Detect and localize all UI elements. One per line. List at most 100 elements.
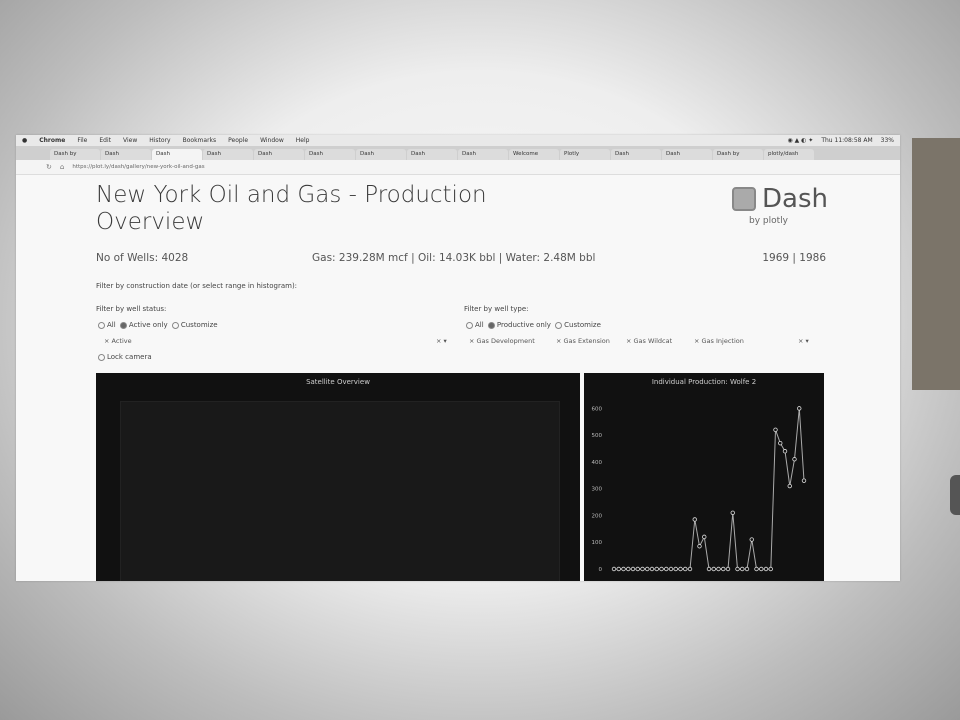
chip-label: Gas Wildcat bbox=[633, 337, 673, 345]
browser-tab[interactable]: Dash bbox=[203, 149, 253, 160]
data-point[interactable] bbox=[621, 566, 626, 572]
browser-tab[interactable]: Dash by bbox=[713, 149, 763, 160]
browser-tab[interactable]: Dash bbox=[305, 149, 355, 160]
browser-tab-active[interactable]: Dash bbox=[152, 149, 202, 160]
data-point[interactable] bbox=[626, 566, 631, 572]
data-point[interactable] bbox=[640, 566, 645, 572]
data-point[interactable] bbox=[725, 566, 731, 572]
status-chip[interactable]: × Active bbox=[104, 337, 132, 345]
satellite-map-panel[interactable]: Satellite Overview bbox=[96, 373, 580, 581]
data-point[interactable] bbox=[683, 566, 688, 572]
apple-icon[interactable]: ● bbox=[22, 137, 27, 144]
menu-item[interactable]: View bbox=[123, 137, 137, 144]
home-icon[interactable]: ⌂ bbox=[60, 163, 64, 171]
browser-tab[interactable]: Plotly bbox=[560, 149, 610, 160]
browser-tab[interactable]: Dash bbox=[662, 149, 712, 160]
radio-type-productive[interactable] bbox=[487, 321, 495, 329]
data-point[interactable] bbox=[778, 440, 783, 446]
type-chip[interactable]: × Gas Extension bbox=[556, 337, 610, 345]
radio-status-active[interactable] bbox=[119, 321, 127, 329]
data-point[interactable] bbox=[711, 566, 716, 572]
data-point[interactable] bbox=[763, 566, 769, 572]
type-dropdown-arrow[interactable]: × ▾ bbox=[798, 337, 809, 345]
type-chip[interactable]: × Gas Injection bbox=[694, 337, 744, 345]
browser-tab[interactable]: Dash bbox=[356, 149, 406, 160]
data-point[interactable] bbox=[697, 544, 702, 549]
data-point[interactable] bbox=[706, 566, 712, 572]
radio-status-customize[interactable] bbox=[171, 321, 179, 329]
data-point[interactable] bbox=[792, 457, 797, 462]
data-point[interactable] bbox=[782, 449, 788, 454]
data-point[interactable] bbox=[721, 566, 726, 572]
data-point[interactable] bbox=[754, 566, 759, 572]
data-point[interactable] bbox=[759, 566, 764, 572]
data-point[interactable] bbox=[630, 566, 636, 572]
lock-camera-option[interactable]: Lock camera bbox=[96, 353, 152, 361]
dash-logo-sub: by plotly bbox=[749, 216, 788, 226]
browser-tab[interactable]: Dash bbox=[254, 149, 304, 160]
production-chart-panel[interactable]: Individual Production: Wolfe 2 0 100 200 30… bbox=[584, 373, 824, 581]
browser-tab[interactable]: Welcome bbox=[509, 149, 559, 160]
data-point[interactable] bbox=[716, 566, 721, 572]
dash-logo[interactable]: Dash bbox=[732, 186, 828, 212]
data-point[interactable] bbox=[635, 566, 640, 572]
browser-tab[interactable]: Dash by bbox=[50, 149, 100, 160]
menu-item[interactable]: History bbox=[149, 137, 170, 144]
browser-tab[interactable]: Dash bbox=[611, 149, 661, 160]
data-point[interactable] bbox=[649, 566, 655, 572]
satellite-map[interactable] bbox=[120, 401, 560, 581]
url-field[interactable]: https://plot.ly/dash/gallery/new-york-oi… bbox=[72, 164, 204, 170]
data-point[interactable] bbox=[702, 534, 707, 540]
browser-tab[interactable]: Dash bbox=[458, 149, 508, 160]
dash-logo-text: Dash bbox=[762, 184, 828, 214]
page-title: New York Oil and Gas - Production Overvi… bbox=[96, 182, 487, 235]
data-point[interactable] bbox=[768, 566, 773, 572]
data-point[interactable] bbox=[611, 566, 617, 572]
lock-camera-checkbox[interactable] bbox=[98, 353, 105, 361]
data-point[interactable] bbox=[801, 478, 807, 483]
battery-level[interactable]: 33% bbox=[881, 137, 894, 144]
data-point[interactable] bbox=[687, 566, 693, 572]
radio-status-all[interactable] bbox=[98, 321, 105, 329]
menu-app[interactable]: Chrome bbox=[39, 137, 65, 144]
y-tick-label: 300 bbox=[592, 487, 603, 493]
data-point[interactable] bbox=[797, 406, 802, 411]
data-point[interactable] bbox=[678, 566, 683, 572]
browser-tab[interactable]: Dash bbox=[407, 149, 457, 160]
data-point[interactable] bbox=[744, 566, 750, 572]
radio-type-customize[interactable] bbox=[555, 321, 563, 329]
production-chart[interactable]: 0 100 200 300 400 500 600 bbox=[584, 373, 824, 581]
data-point[interactable] bbox=[749, 537, 754, 542]
menu-item[interactable]: Bookmarks bbox=[183, 137, 217, 144]
data-point[interactable] bbox=[659, 566, 664, 572]
menu-item[interactable]: People bbox=[228, 137, 248, 144]
browser-tab[interactable]: plotly/dash bbox=[764, 149, 814, 160]
y-tick-label: 500 bbox=[592, 433, 603, 439]
data-point[interactable] bbox=[654, 566, 659, 572]
status-icons[interactable]: ◉ ▲ ◐ ✦ bbox=[787, 137, 813, 144]
menu-item[interactable]: Window bbox=[260, 137, 284, 144]
year-range: 1969 | 1986 bbox=[762, 252, 826, 264]
menu-item[interactable]: Edit bbox=[99, 137, 111, 144]
data-point[interactable] bbox=[730, 510, 735, 515]
menu-item[interactable]: File bbox=[77, 137, 87, 144]
data-point[interactable] bbox=[735, 566, 740, 572]
radio-label: All bbox=[475, 321, 484, 329]
data-point[interactable] bbox=[787, 483, 792, 489]
data-point[interactable] bbox=[668, 566, 674, 572]
data-point[interactable] bbox=[645, 566, 650, 572]
type-chip[interactable]: × Gas Development bbox=[469, 337, 535, 345]
data-point[interactable] bbox=[673, 566, 678, 572]
menu-item[interactable]: Help bbox=[296, 137, 310, 144]
data-point[interactable] bbox=[616, 566, 621, 572]
data-point[interactable] bbox=[664, 566, 669, 572]
status-dropdown-arrow[interactable]: × ▾ bbox=[436, 337, 447, 345]
data-point[interactable] bbox=[740, 566, 745, 572]
type-chip[interactable]: × Gas Wildcat bbox=[626, 337, 672, 345]
reload-icon[interactable]: ↻ bbox=[46, 163, 52, 171]
browser-tab[interactable]: Dash bbox=[101, 149, 151, 160]
data-point[interactable] bbox=[692, 517, 697, 522]
data-point[interactable] bbox=[773, 427, 778, 432]
radio-type-all[interactable] bbox=[466, 321, 473, 329]
clock[interactable]: Thu 11:08:58 AM bbox=[821, 137, 872, 144]
